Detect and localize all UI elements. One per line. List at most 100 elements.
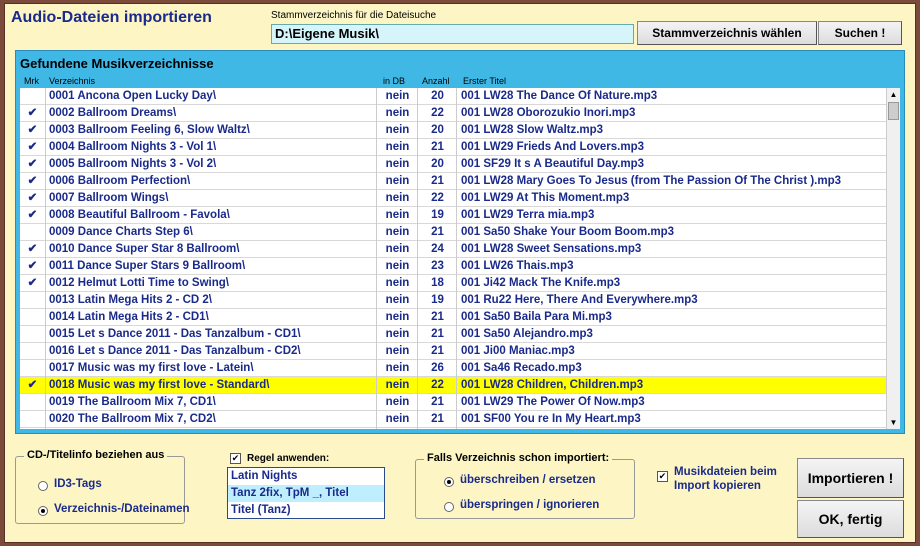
option-id3[interactable]: ID3-Tags xyxy=(54,478,102,490)
radio-overwrite[interactable] xyxy=(444,477,454,487)
regel-item[interactable]: Titel (Tanz) xyxy=(228,502,384,519)
radio-id3[interactable] xyxy=(38,481,48,491)
cell-indb: nein xyxy=(378,190,418,207)
radio-dirnames[interactable] xyxy=(38,506,48,516)
cell-indb: nein xyxy=(378,207,418,224)
table-row[interactable]: 0001 Ancona Open Lucky Day\ nein 20 001 LW2… xyxy=(20,88,886,105)
falls-label: Falls Verzeichnis schon importiert: xyxy=(424,452,613,464)
arrow-up-icon[interactable]: ▲ xyxy=(887,88,900,101)
vertical-scrollbar[interactable]: ▲ ▼ xyxy=(886,88,900,429)
cell-anz: 26 xyxy=(419,360,457,377)
check-icon: ✔ xyxy=(20,207,46,224)
root-path-input[interactable]: D:\Eigene Musik\ xyxy=(271,24,634,44)
col-header-indb[interactable]: in DB xyxy=(383,76,405,86)
check-icon xyxy=(20,309,46,326)
cell-anz: 23 xyxy=(419,258,457,275)
check-icon: ✔ xyxy=(20,139,46,156)
table-row[interactable]: ✔ 0005 Ballroom Nights 3 - Vol 2\ nein 20 00… xyxy=(20,156,886,173)
cell-anz: 20 xyxy=(419,122,457,139)
cell-anz: 19 xyxy=(419,292,457,309)
col-header-mrk[interactable]: Mrk xyxy=(24,76,39,86)
cell-anz: 21 xyxy=(419,139,457,156)
copy-files-checkbox[interactable]: ✔ xyxy=(657,471,668,482)
table-row[interactable]: 0015 Let s Dance 2011 - Das Tanzalbum - … xyxy=(20,326,886,343)
cell-first: 001 Sa50 Baila Para Mi.mp3 xyxy=(461,311,612,323)
cell-dir: 0006 Ballroom Perfection\ xyxy=(47,173,377,190)
copy-files-label[interactable]: Musikdateien beim Import kopieren xyxy=(674,465,784,493)
radio-skip[interactable] xyxy=(444,502,454,512)
check-icon xyxy=(20,360,46,377)
cell-dir: 0011 Dance Super Stars 9 Ballroom\ xyxy=(47,258,377,275)
table-row[interactable]: 0009 Dance Charts Step 6\ nein 21 001 Sa50 … xyxy=(20,224,886,241)
table-row[interactable]: 0016 Let s Dance 2011 - Das Tanzalbum - … xyxy=(20,343,886,360)
cell-indb: nein xyxy=(378,428,418,429)
col-header-anz[interactable]: Anzahl xyxy=(422,76,450,86)
cell-dir: 0018 Music was my first love - Standard\ xyxy=(47,377,377,394)
folder-grid[interactable]: 0021 the best of ballroom music 22\nein2… xyxy=(20,88,900,429)
regel-checkbox[interactable]: ✔ xyxy=(230,453,241,464)
choose-root-button[interactable]: Stammverzeichnis wählen xyxy=(637,21,817,45)
cell-dir: 0012 Helmut Lotti Time to Swing\ xyxy=(47,275,377,292)
table-row[interactable]: ✔ 0004 Ballroom Nights 3 - Vol 1\ nein 21 00… xyxy=(20,139,886,156)
check-icon: ✔ xyxy=(20,190,46,207)
table-row[interactable]: ✔ 0010 Dance Super Star 8 Ballroom\ nein 24… xyxy=(20,241,886,258)
scrollbar-thumb[interactable] xyxy=(888,102,899,120)
option-skip[interactable]: überspringen / ignorieren xyxy=(460,499,599,511)
cell-first: 001 Ji00 Maniac.mp3 xyxy=(461,345,575,357)
regel-list[interactable]: Latin Nights Tanz 2fix, TpM _, Titel Titel… xyxy=(227,467,385,519)
cell-indb: nein xyxy=(378,360,418,377)
import-button[interactable]: Importieren ! xyxy=(797,458,904,498)
table-row[interactable]: 0020 The Ballroom Mix 7, CD2\ nein 21 001 S… xyxy=(20,411,886,428)
cell-anz: 21 xyxy=(419,309,457,326)
cell-dir: 0017 Music was my first love - Latein\ xyxy=(47,360,377,377)
table-row[interactable]: ✔ 0002 Ballroom Dreams\ nein 22 001 LW28 Obo… xyxy=(20,105,886,122)
cell-dir: 0019 The Ballroom Mix 7, CD1\ xyxy=(47,394,377,411)
folder-list-panel: Gefundene Musikverzeichnisse Mrk Verzeic… xyxy=(15,50,905,434)
cell-first: 001 LW28 Kaskabuala.mp3 xyxy=(458,428,886,429)
table-row[interactable]: ✔ 0007 Ballroom Wings\ nein 22 001 LW29 At T… xyxy=(20,190,886,207)
regel-item[interactable]: Latin Nights xyxy=(228,468,384,485)
cell-first: 001 LW28 Mary Goes To Jesus (from The Pa… xyxy=(461,175,842,187)
cell-indb: nein xyxy=(378,292,418,309)
col-header-dir[interactable]: Verzeichnis xyxy=(49,76,95,86)
table-row[interactable]: ✔ 0003 Ballroom Feeling 6, Slow Waltz\ nei… xyxy=(20,122,886,139)
cell-indb: nein xyxy=(378,173,418,190)
ok-button[interactable]: OK, fertig xyxy=(797,500,904,538)
option-overwrite[interactable]: überschreiben / ersetzen xyxy=(460,474,596,486)
check-icon xyxy=(20,428,46,429)
check-icon: ✔ xyxy=(20,241,46,258)
table-row[interactable]: ✔ 0006 Ballroom Perfection\ nein 21 001 LW28… xyxy=(20,173,886,190)
table-row[interactable]: ✔ 0011 Dance Super Stars 9 Ballroom\ nein 2… xyxy=(20,258,886,275)
cell-first: 001 Sa50 Alejandro.mp3 xyxy=(461,328,593,340)
check-icon: ✔ xyxy=(20,173,46,190)
cell-indb: nein xyxy=(378,275,418,292)
col-header-first[interactable]: Erster Titel xyxy=(463,76,506,86)
option-dirnames[interactable]: Verzeichnis-/Dateinamen xyxy=(54,503,190,515)
cell-dir: 0008 Beautiful Ballroom - Favola\ xyxy=(47,207,377,224)
table-row[interactable]: 0019 The Ballroom Mix 7, CD1\ nein 21 001 L… xyxy=(20,394,886,411)
cell-dir: 0001 Ancona Open Lucky Day\ xyxy=(47,88,377,105)
cell-anz: 19 xyxy=(419,207,457,224)
search-button[interactable]: Suchen ! xyxy=(818,21,902,45)
regel-label: Regel anwenden: xyxy=(247,453,330,464)
check-icon: ✔ xyxy=(20,122,46,139)
table-row[interactable]: 0021 the best of ballroom music 22\nein2… xyxy=(20,428,886,429)
cell-indb: nein xyxy=(378,326,418,343)
table-row[interactable]: ✔ 0008 Beautiful Ballroom - Favola\ nein 19… xyxy=(20,207,886,224)
arrow-down-icon[interactable]: ▼ xyxy=(887,416,900,429)
table-row[interactable]: 0017 Music was my first love - Latein\ ne… xyxy=(20,360,886,377)
table-row[interactable]: ✔ 0018 Music was my first love - Standard… xyxy=(20,377,886,394)
check-icon: ✔ xyxy=(20,156,46,173)
cell-first: 001 LW28 Children, Children.mp3 xyxy=(461,379,644,391)
cell-anz: 21 xyxy=(419,173,457,190)
table-row[interactable]: ✔ 0012 Helmut Lotti Time to Swing\ nein 18 0… xyxy=(20,275,886,292)
table-row[interactable]: 0014 Latin Mega Hits 2 - CD1\ nein 21 001 S… xyxy=(20,309,886,326)
cell-indb: nein xyxy=(378,394,418,411)
regel-item[interactable]: Tanz 2fix, TpM _, Titel xyxy=(228,485,384,502)
table-row[interactable]: 0013 Latin Mega Hits 2 - CD 2\ nein 19 001 … xyxy=(20,292,886,309)
cell-first: 001 LW28 Sweet Sensations.mp3 xyxy=(461,243,642,255)
cell-first: 001 LW28 Oborozukio Inori.mp3 xyxy=(461,107,636,119)
cell-indb: nein xyxy=(378,309,418,326)
cell-anz: 21 xyxy=(419,411,457,428)
cell-first: 001 Ji42 Mack The Knife.mp3 xyxy=(461,277,621,289)
